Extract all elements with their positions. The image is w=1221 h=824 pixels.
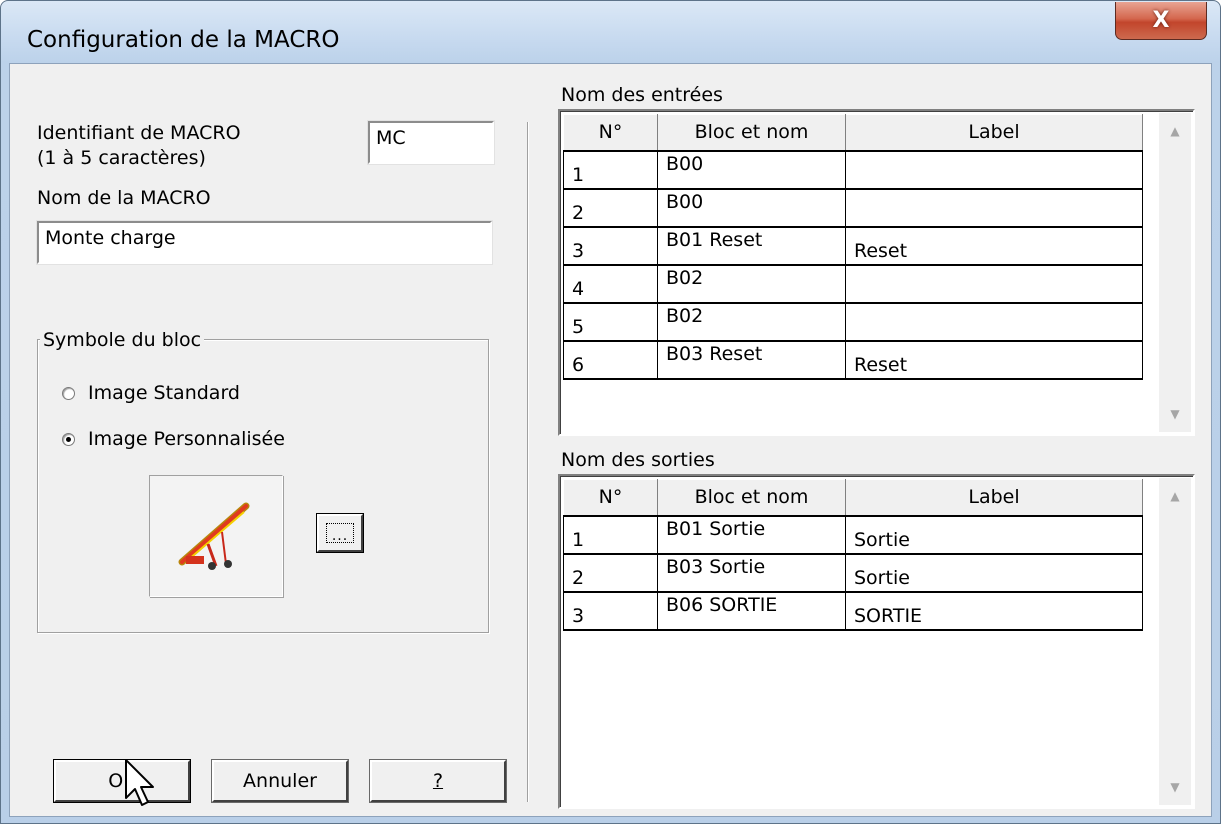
panel-divider bbox=[527, 122, 529, 802]
table-row[interactable]: 3 B06 SORTIE SORTIE bbox=[563, 590, 1143, 631]
inputs-scrollbar[interactable]: ▲ ▼ bbox=[1159, 113, 1191, 432]
window-title: Configuration de la MACRO bbox=[27, 27, 340, 53]
cell-label[interactable]: Reset bbox=[845, 225, 1143, 266]
inputs-title: Nom des entrées bbox=[561, 84, 723, 106]
title-bar[interactable]: Configuration de la MACRO X bbox=[1, 1, 1220, 63]
cancel-button[interactable]: Annuler bbox=[211, 759, 349, 803]
table-row[interactable]: 3 B01 Reset Reset bbox=[563, 225, 1143, 266]
cell-label[interactable]: SORTIE bbox=[845, 590, 1143, 631]
mouse-cursor-icon bbox=[125, 759, 154, 806]
cell-label[interactable]: Reset bbox=[845, 339, 1143, 380]
radio-image-personnalisee[interactable]: Image Personnalisée bbox=[62, 428, 285, 450]
cell-label[interactable]: Sortie bbox=[845, 552, 1143, 593]
symbol-image-frame bbox=[149, 475, 283, 597]
cell-bloc[interactable]: B06 SORTIE bbox=[657, 590, 846, 631]
scroll-down-icon[interactable]: ▼ bbox=[1159, 398, 1191, 430]
cell-bloc[interactable]: B02 bbox=[657, 263, 846, 304]
table-row[interactable]: 1 B00 bbox=[563, 149, 1143, 190]
cell-bloc[interactable]: B02 bbox=[657, 301, 846, 342]
table-row[interactable]: 6 B03 Reset Reset bbox=[563, 339, 1143, 380]
column-header-label[interactable]: Label bbox=[845, 479, 1143, 516]
dialog-client-area: Identifiant de MACRO (1 à 5 caractères) … bbox=[9, 63, 1212, 817]
column-header-bloc[interactable]: Bloc et nom bbox=[657, 479, 846, 516]
table-row[interactable]: 1 B01 Sortie Sortie bbox=[563, 514, 1143, 555]
cell-label[interactable] bbox=[845, 263, 1143, 304]
cell-bloc[interactable]: B01 Reset bbox=[657, 225, 846, 266]
identifier-hint: (1 à 5 caractères) bbox=[37, 147, 206, 169]
inputs-grid[interactable]: N° Bloc et nom Label 1 B00 2 B00 3 B01 R… bbox=[558, 109, 1195, 436]
column-header-n[interactable]: N° bbox=[563, 479, 658, 516]
close-button[interactable]: X bbox=[1115, 2, 1207, 40]
cell-bloc[interactable]: B01 Sortie bbox=[657, 514, 846, 555]
cell-bloc[interactable]: B03 Sortie bbox=[657, 552, 846, 593]
column-header-n[interactable]: N° bbox=[563, 114, 658, 151]
inputs-table: N° Bloc et nom Label 1 B00 2 B00 3 B01 R… bbox=[563, 114, 1143, 380]
help-button[interactable]: ? bbox=[369, 759, 507, 803]
table-row[interactable]: 2 B03 Sortie Sortie bbox=[563, 552, 1143, 593]
browse-image-button[interactable]: ... bbox=[316, 513, 364, 553]
scroll-up-icon[interactable]: ▲ bbox=[1159, 115, 1191, 147]
scroll-down-icon[interactable]: ▼ bbox=[1159, 771, 1191, 803]
table-row[interactable]: 4 B02 bbox=[563, 263, 1143, 304]
cell-bloc[interactable]: B00 bbox=[657, 187, 846, 228]
inputs-header-row: N° Bloc et nom Label bbox=[563, 114, 1143, 151]
cell-label[interactable] bbox=[845, 301, 1143, 342]
cell-n[interactable]: 2 bbox=[563, 552, 658, 593]
symbol-group-title: Symbole du bloc bbox=[40, 329, 205, 351]
outputs-grid[interactable]: N° Bloc et nom Label 1 B01 Sortie Sortie… bbox=[558, 474, 1195, 809]
browse-label: ... bbox=[326, 523, 354, 543]
column-header-label[interactable]: Label bbox=[845, 114, 1143, 151]
cell-n[interactable]: 5 bbox=[563, 301, 658, 342]
dialog-window: Configuration de la MACRO X Identifiant … bbox=[0, 0, 1221, 824]
cell-n[interactable]: 1 bbox=[563, 514, 658, 555]
outputs-table: N° Bloc et nom Label 1 B01 Sortie Sortie… bbox=[563, 479, 1143, 631]
outputs-header-row: N° Bloc et nom Label bbox=[563, 479, 1143, 516]
outputs-title: Nom des sorties bbox=[561, 449, 715, 471]
cell-n[interactable]: 6 bbox=[563, 339, 658, 380]
radio-circle-icon[interactable] bbox=[62, 386, 75, 400]
name-input[interactable]: Monte charge bbox=[36, 220, 493, 265]
radio-label: Image Personnalisée bbox=[88, 428, 285, 450]
radio-label: Image Standard bbox=[88, 382, 240, 404]
cell-n[interactable]: 3 bbox=[563, 590, 658, 631]
table-row[interactable]: 2 B00 bbox=[563, 187, 1143, 228]
identifier-label: Identifiant de MACRO bbox=[37, 122, 241, 144]
conveyor-belt-icon bbox=[178, 502, 250, 570]
outputs-scrollbar[interactable]: ▲ ▼ bbox=[1159, 478, 1191, 805]
cell-bloc[interactable]: B03 Reset bbox=[657, 339, 846, 380]
name-label: Nom de la MACRO bbox=[37, 187, 211, 209]
help-label: ? bbox=[432, 770, 444, 792]
identifier-input[interactable]: MC bbox=[367, 120, 495, 165]
table-row[interactable]: 5 B02 bbox=[563, 301, 1143, 342]
cell-label[interactable] bbox=[845, 187, 1143, 228]
cancel-label: Annuler bbox=[243, 770, 317, 792]
radio-image-standard[interactable]: Image Standard bbox=[62, 382, 240, 404]
cell-bloc[interactable]: B00 bbox=[657, 149, 846, 190]
cell-n[interactable]: 4 bbox=[563, 263, 658, 304]
scroll-up-icon[interactable]: ▲ bbox=[1159, 480, 1191, 512]
cell-n[interactable]: 1 bbox=[563, 149, 658, 190]
cell-n[interactable]: 3 bbox=[563, 225, 658, 266]
radio-selected-icon[interactable] bbox=[62, 432, 75, 446]
cell-n[interactable]: 2 bbox=[563, 187, 658, 228]
cell-label[interactable] bbox=[845, 149, 1143, 190]
close-icon: X bbox=[1152, 8, 1170, 33]
cell-label[interactable]: Sortie bbox=[845, 514, 1143, 555]
column-header-bloc[interactable]: Bloc et nom bbox=[657, 114, 846, 151]
